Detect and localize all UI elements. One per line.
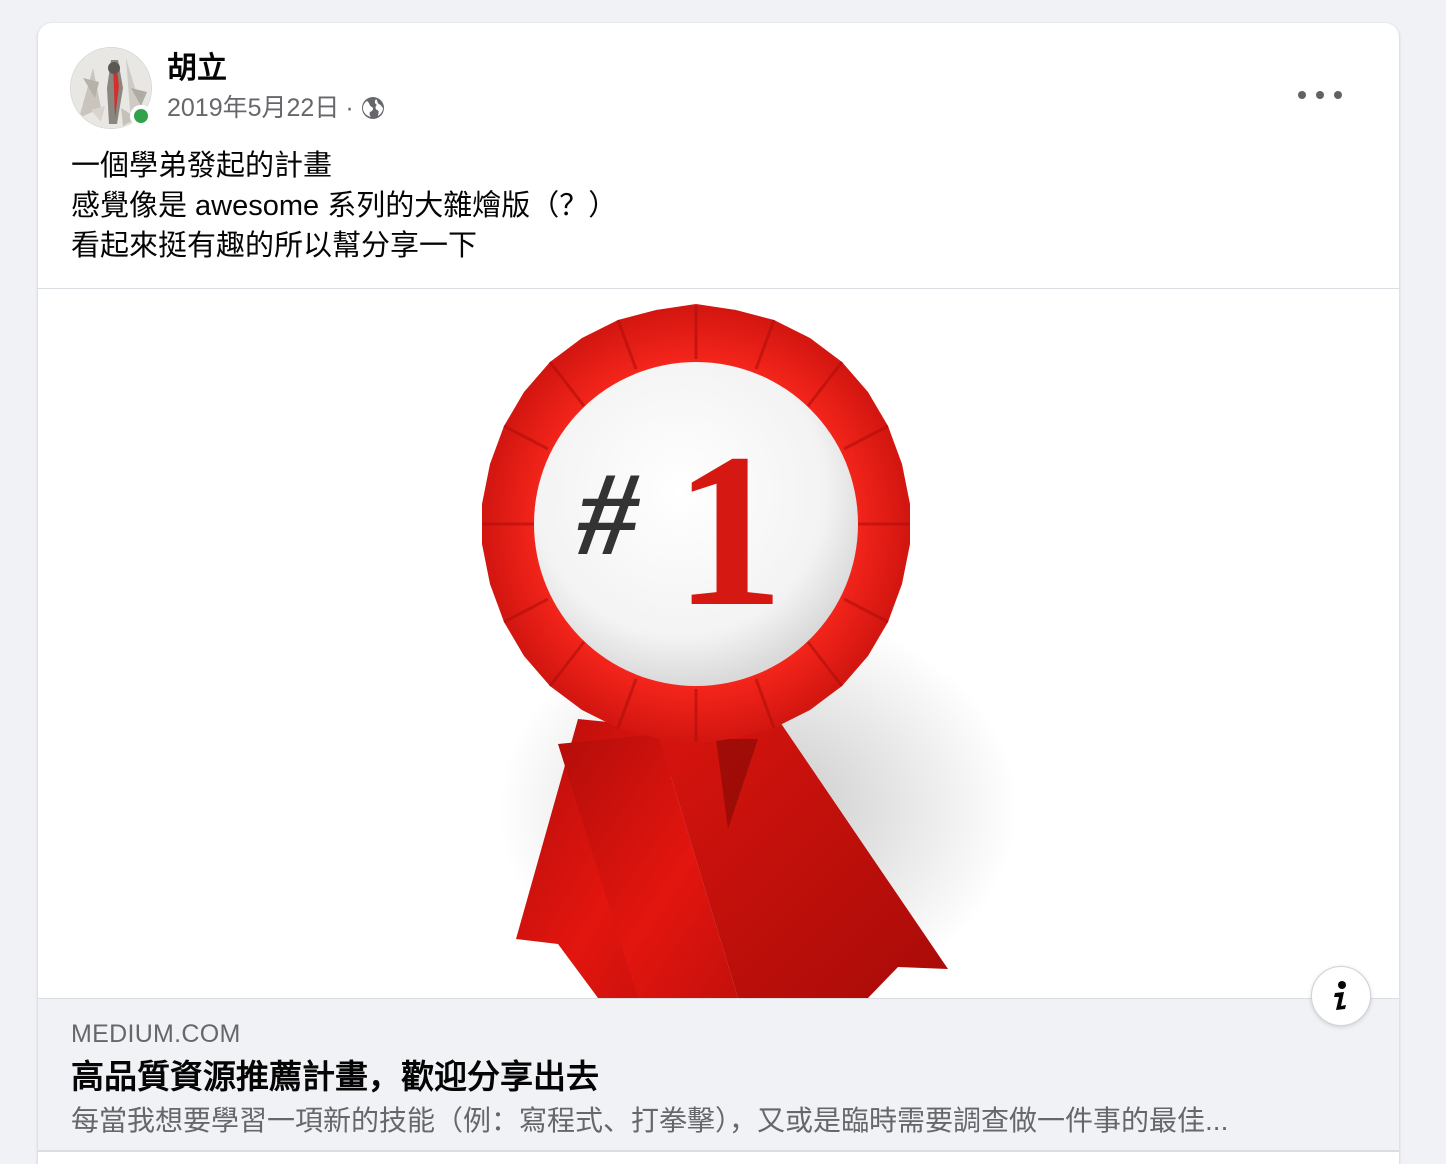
first-place-ribbon-icon: # 1 xyxy=(482,304,1018,998)
more-options-button[interactable] xyxy=(1298,83,1342,107)
post-text-line: 看起來挺有趣的所以幫分享一下 xyxy=(71,230,478,262)
info-button[interactable] xyxy=(1311,966,1371,1026)
more-options-icon-dot xyxy=(1334,91,1342,99)
online-status-indicator xyxy=(130,105,152,127)
link-preview-image[interactable]: # 1 xyxy=(38,289,1399,998)
svg-text:#: # xyxy=(577,447,641,580)
more-options-icon xyxy=(1298,91,1306,99)
post-meta: 2019年5月22日 · xyxy=(167,93,386,123)
link-title[interactable]: 高品質資源推薦計畫，歡迎分享出去 xyxy=(71,1055,599,1099)
globe-icon[interactable] xyxy=(360,95,386,121)
post-text-line: 一個學弟發起的計畫 xyxy=(71,150,333,182)
post-header: 胡立 2019年5月22日 · xyxy=(70,47,1360,129)
author-name[interactable]: 胡立 xyxy=(167,51,227,87)
post-message: 一個學弟發起的計畫 感覺像是 awesome 系列的大雜燴版（？） 看起來挺有趣… xyxy=(71,146,1361,266)
link-domain: MEDIUM.COM xyxy=(71,1020,241,1048)
more-options-icon-dot xyxy=(1316,91,1324,99)
info-icon xyxy=(1334,981,1346,1010)
post-card: 胡立 2019年5月22日 · 一個學弟發起的計畫 感覺像是 awesome 系… xyxy=(38,23,1399,1164)
meta-separator: · xyxy=(345,94,354,122)
author-avatar[interactable] xyxy=(70,47,152,129)
link-preview-footer[interactable]: MEDIUM.COM 高品質資源推薦計畫，歡迎分享出去 每當我想要學習一項新的技… xyxy=(38,998,1399,1152)
post-text-line: 感覺像是 awesome 系列的大雜燴版（？） xyxy=(71,190,618,222)
link-description: 每當我想要學習一項新的技能（例：寫程式、打拳擊），又或是臨時需要調查做一件事的最… xyxy=(71,1105,1229,1136)
svg-text:1: 1 xyxy=(674,408,784,652)
post-date[interactable]: 2019年5月22日 xyxy=(167,93,339,123)
